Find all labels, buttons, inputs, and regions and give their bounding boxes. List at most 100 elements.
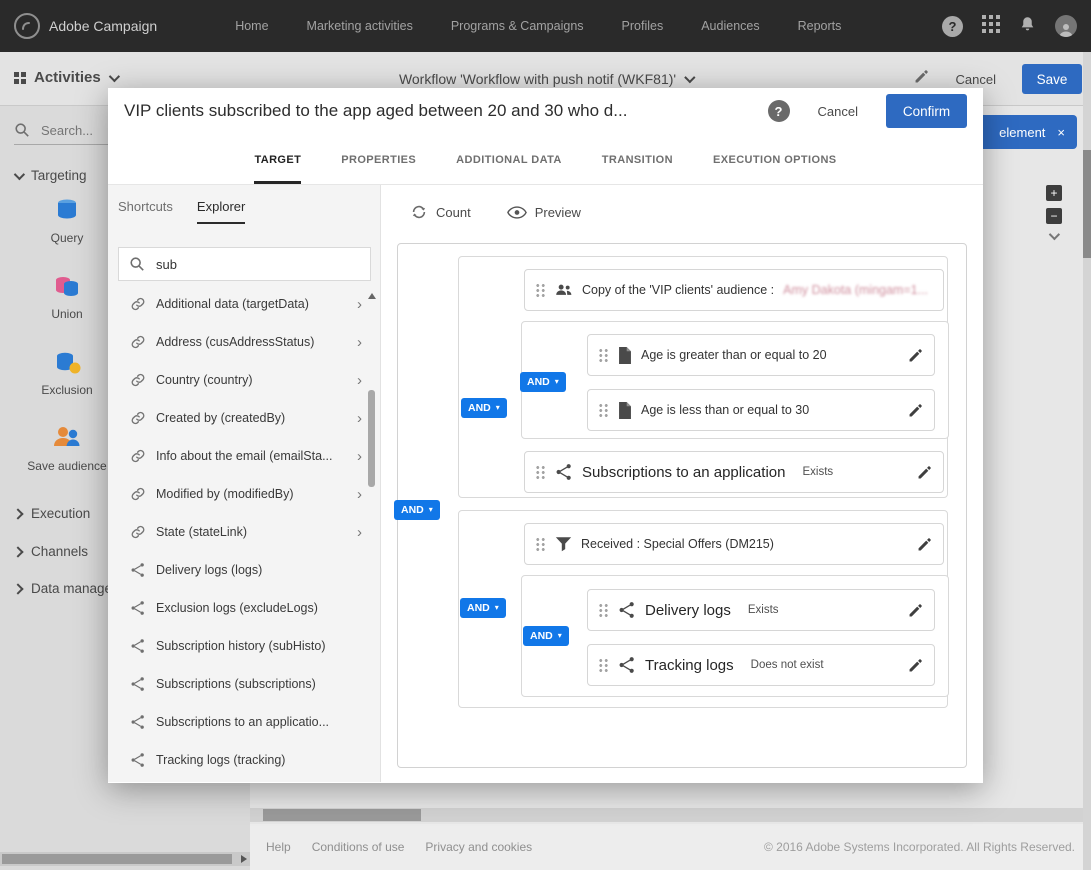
drag-handle[interactable] bbox=[598, 347, 609, 363]
list-item[interactable]: Exclusion logs (excludeLogs) bbox=[108, 589, 380, 627]
adobe-campaign-brand[interactable]: Adobe Campaign bbox=[14, 13, 157, 39]
scrollbar-thumb[interactable] bbox=[1083, 150, 1091, 258]
explorer-search[interactable] bbox=[118, 247, 371, 281]
condition-subscriptions[interactable]: Subscriptions to an application Exists bbox=[524, 451, 944, 493]
edit-pencil-icon[interactable] bbox=[907, 402, 924, 419]
preview-button[interactable]: Preview bbox=[506, 203, 581, 221]
audience-value-redacted: Amy Dakota (mingam=1... bbox=[783, 283, 929, 297]
top-nav-bar: Adobe Campaign Home Marketing activities… bbox=[0, 0, 1091, 52]
and-operator-button[interactable]: AND ▾ bbox=[520, 372, 566, 392]
chevron-right-icon: › bbox=[357, 485, 362, 503]
footer-help-link[interactable]: Help bbox=[266, 840, 291, 854]
scroll-up-arrow-icon[interactable] bbox=[368, 293, 376, 299]
nav-home[interactable]: Home bbox=[235, 19, 268, 33]
sidebar-section-execution[interactable]: Execution bbox=[12, 506, 90, 521]
notifications-bell-icon[interactable] bbox=[1019, 15, 1036, 38]
tab-transition[interactable]: TRANSITION bbox=[602, 134, 673, 184]
condition-delivery-logs[interactable]: Delivery logs Exists bbox=[587, 589, 935, 631]
list-item[interactable]: Delivery logs (logs) bbox=[108, 551, 380, 589]
and-operator-button[interactable]: AND ▾ bbox=[460, 598, 506, 618]
footer-privacy-link[interactable]: Privacy and cookies bbox=[425, 840, 532, 854]
edit-pencil-icon[interactable] bbox=[916, 536, 933, 553]
condition-age-lte[interactable]: Age is less than or equal to 30 bbox=[587, 389, 935, 431]
list-item[interactable]: Tracking logs (tracking) bbox=[108, 741, 380, 779]
drag-handle[interactable] bbox=[598, 402, 609, 418]
nav-audiences[interactable]: Audiences bbox=[701, 19, 759, 33]
tab-additional-data[interactable]: ADDITIONAL DATA bbox=[456, 134, 562, 184]
list-item[interactable]: Subscription history (subHisto) bbox=[108, 627, 380, 665]
condition-audience[interactable]: Copy of the 'VIP clients' audience : Amy… bbox=[524, 269, 944, 311]
chevron-down-icon: ▾ bbox=[494, 603, 499, 612]
drag-handle[interactable] bbox=[598, 602, 609, 618]
list-item[interactable]: Address (cusAddressStatus) › bbox=[108, 323, 380, 361]
zoom-in-button[interactable]: + bbox=[1046, 185, 1062, 201]
sidebar-section-targeting[interactable]: Targeting bbox=[13, 168, 87, 183]
nav-reports[interactable]: Reports bbox=[798, 19, 842, 33]
condition-tracking-logs[interactable]: Tracking logs Does not exist bbox=[587, 644, 935, 686]
tab-explorer[interactable]: Explorer bbox=[196, 199, 246, 224]
activity-exclusion[interactable]: Exclusion bbox=[41, 346, 93, 397]
activity-save-audience[interactable]: Save audience bbox=[27, 422, 107, 473]
help-icon[interactable]: ? bbox=[942, 15, 963, 37]
list-item[interactable]: Created by (createdBy) › bbox=[108, 399, 380, 437]
drag-handle[interactable] bbox=[598, 657, 609, 673]
chevron-right-icon: › bbox=[357, 447, 362, 465]
scrollbar-thumb[interactable] bbox=[2, 854, 232, 864]
and-operator-button[interactable]: AND ▾ bbox=[461, 398, 507, 418]
edit-pencil-icon[interactable] bbox=[907, 657, 924, 674]
zoom-out-button[interactable]: − bbox=[1046, 208, 1062, 224]
chevron-down-icon[interactable] bbox=[1048, 228, 1061, 241]
sidebar-section-data-management[interactable]: Data manage... bbox=[12, 581, 123, 596]
drag-handle[interactable] bbox=[535, 282, 546, 298]
list-item[interactable]: Info about the email (emailSta... › bbox=[108, 437, 380, 475]
explorer-search-input[interactable] bbox=[154, 255, 338, 273]
apps-grid-icon[interactable] bbox=[982, 14, 1000, 38]
page-vertical-scrollbar[interactable] bbox=[1083, 52, 1091, 870]
tab-execution-options[interactable]: EXECUTION OPTIONS bbox=[713, 134, 837, 184]
scrollbar-thumb[interactable] bbox=[368, 390, 375, 487]
help-icon[interactable]: ? bbox=[767, 100, 790, 122]
audience-label: Copy of the 'VIP clients' audience : bbox=[582, 283, 775, 297]
dialog-cancel-button[interactable]: Cancel bbox=[818, 104, 858, 119]
condition-age-gte[interactable]: Age is greater than or equal to 20 bbox=[587, 334, 935, 376]
audience-people-icon bbox=[556, 284, 572, 295]
footer-conditions-link[interactable]: Conditions of use bbox=[312, 840, 405, 854]
nav-marketing-activities[interactable]: Marketing activities bbox=[307, 19, 413, 33]
drag-handle[interactable] bbox=[535, 464, 546, 480]
sidebar-section-channels[interactable]: Channels bbox=[12, 544, 88, 559]
edit-pencil-icon[interactable] bbox=[916, 464, 933, 481]
nav-programs-campaigns[interactable]: Programs & Campaigns bbox=[451, 19, 584, 33]
list-item[interactable]: Additional data (targetData) › bbox=[108, 285, 380, 323]
nav-profiles[interactable]: Profiles bbox=[622, 19, 664, 33]
dialog-confirm-button[interactable]: Confirm bbox=[886, 94, 967, 128]
explorer-scrollbar[interactable] bbox=[368, 291, 376, 776]
edit-pencil-icon[interactable] bbox=[907, 347, 924, 364]
tab-properties[interactable]: PROPERTIES bbox=[341, 134, 416, 184]
tab-target[interactable]: TARGET bbox=[254, 134, 302, 184]
and-operator-button[interactable]: AND ▾ bbox=[394, 500, 440, 520]
list-item[interactable]: Country (country) › bbox=[108, 361, 380, 399]
canvas-horizontal-scrollbar[interactable] bbox=[250, 808, 1083, 822]
list-item[interactable]: Modified by (modifiedBy) › bbox=[108, 475, 380, 513]
scrollbar-thumb[interactable] bbox=[263, 809, 421, 821]
activity-query[interactable]: Query bbox=[51, 194, 83, 245]
drag-handle[interactable] bbox=[535, 536, 546, 552]
edit-pencil-icon[interactable] bbox=[913, 68, 930, 90]
workflow-title[interactable]: Workflow 'Workflow with push notif (WKF8… bbox=[399, 71, 696, 87]
workflow-cancel-button[interactable]: Cancel bbox=[956, 72, 996, 87]
list-item[interactable]: State (stateLink) › bbox=[108, 513, 380, 551]
condition-received-delivery[interactable]: Received : Special Offers (DM215) bbox=[524, 523, 944, 565]
tab-shortcuts[interactable]: Shortcuts bbox=[118, 199, 173, 224]
sidebar-horizontal-scrollbar[interactable] bbox=[0, 852, 250, 866]
edit-pencil-icon[interactable] bbox=[907, 602, 924, 619]
user-avatar[interactable] bbox=[1055, 15, 1077, 37]
list-item[interactable]: Subscriptions to an applicatio... bbox=[108, 703, 380, 741]
and-operator-button[interactable]: AND ▾ bbox=[523, 626, 569, 646]
activity-union[interactable]: Union bbox=[51, 270, 83, 321]
close-icon[interactable]: × bbox=[1057, 125, 1065, 140]
scroll-right-arrow-icon[interactable] bbox=[241, 855, 247, 863]
count-button[interactable]: Count bbox=[410, 203, 471, 221]
workflow-save-button[interactable]: Save bbox=[1022, 64, 1082, 94]
activities-selector[interactable]: Activities bbox=[14, 69, 120, 86]
list-item[interactable]: Subscriptions (subscriptions) bbox=[108, 665, 380, 703]
